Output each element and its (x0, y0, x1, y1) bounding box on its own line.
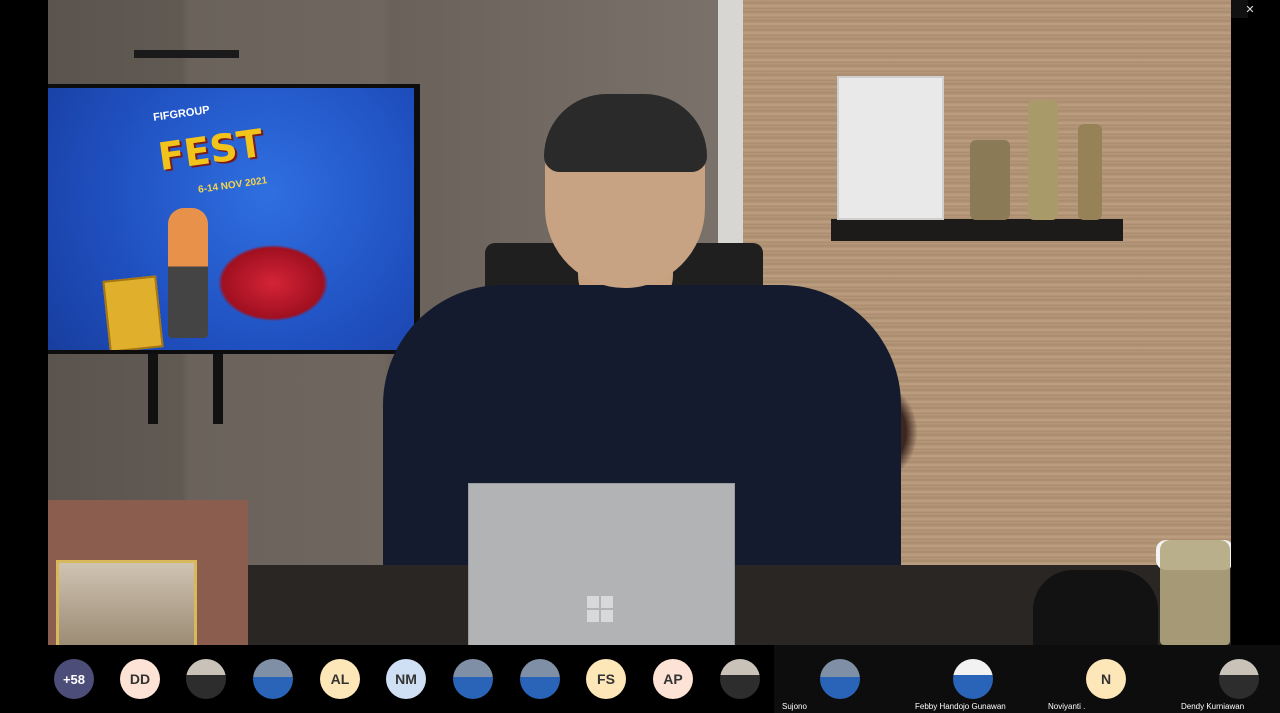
participant-count: +58 (62, 671, 86, 687)
participant-name: Noviyanti . (1048, 702, 1086, 711)
participant-avatar[interactable]: FS (586, 659, 626, 699)
participant-tile[interactable]: Sujono (774, 645, 907, 713)
tv-screen: FIFGROUP FEST 6-14 NOV 2021 (48, 88, 414, 350)
participant-initials: AP (663, 671, 683, 687)
participant-initials: AL (330, 671, 350, 687)
tv-monitor: FIFGROUP FEST 6-14 NOV 2021 (48, 84, 420, 354)
gold-bar-image (102, 275, 164, 350)
laptop (468, 483, 735, 645)
bag (1033, 570, 1158, 645)
participant-avatar[interactable] (520, 659, 560, 699)
trophy (970, 140, 1010, 220)
participant-initials: FS (597, 671, 615, 687)
speaker-video: FIFGROUP FEST 6-14 NOV 2021 (48, 0, 1231, 645)
participant-avatar[interactable] (253, 659, 293, 699)
fest-brand: FIFGROUP (152, 104, 211, 124)
participant-avatar[interactable]: NM (386, 659, 426, 699)
participant-tile[interactable]: Dendy Kurniawan (1173, 645, 1280, 713)
close-icon[interactable]: ✕ (1234, 0, 1266, 18)
participant-initials: NM (395, 671, 417, 687)
participant-initials: DD (129, 671, 151, 687)
trophy (1078, 124, 1102, 220)
scooter-image (208, 238, 338, 328)
participant-name: Dendy Kurniawan (1181, 702, 1245, 711)
water-jug (1160, 540, 1230, 645)
participant-avatar[interactable]: DD (120, 659, 160, 699)
participant-avatar[interactable] (720, 659, 760, 699)
participant-avatar[interactable] (186, 659, 226, 699)
participant-avatar: N (1086, 659, 1126, 699)
more-participants-button[interactable]: +58 (54, 659, 94, 699)
desk-calendar (48, 500, 248, 645)
participant-avatar (953, 659, 993, 699)
windows-logo-icon (587, 596, 613, 622)
participant-avatar[interactable]: AL (320, 659, 360, 699)
participant-name: Sujono (782, 702, 807, 711)
wall-shelf (831, 219, 1123, 241)
participant-avatar (1219, 659, 1259, 699)
participant-tile[interactable]: Febby Handojo Gunawan (907, 645, 1040, 713)
fest-title: FEST (155, 120, 266, 180)
participant-initials: N (1100, 671, 1112, 687)
fest-dates: 6-14 NOV 2021 (197, 175, 268, 196)
participant-tile[interactable]: N Noviyanti . (1040, 645, 1173, 713)
calendar-photo (56, 560, 197, 645)
participant-name: Febby Handojo Gunawan (915, 702, 1006, 711)
tv-mount (134, 50, 239, 58)
tv-stand (213, 354, 223, 424)
picture-frame (837, 76, 944, 220)
trophy (1028, 100, 1058, 220)
promo-person-image (168, 208, 208, 338)
participant-avatar[interactable] (453, 659, 493, 699)
participant-avatar (820, 659, 860, 699)
tv-stand (148, 354, 158, 424)
participant-avatar[interactable]: AP (653, 659, 693, 699)
